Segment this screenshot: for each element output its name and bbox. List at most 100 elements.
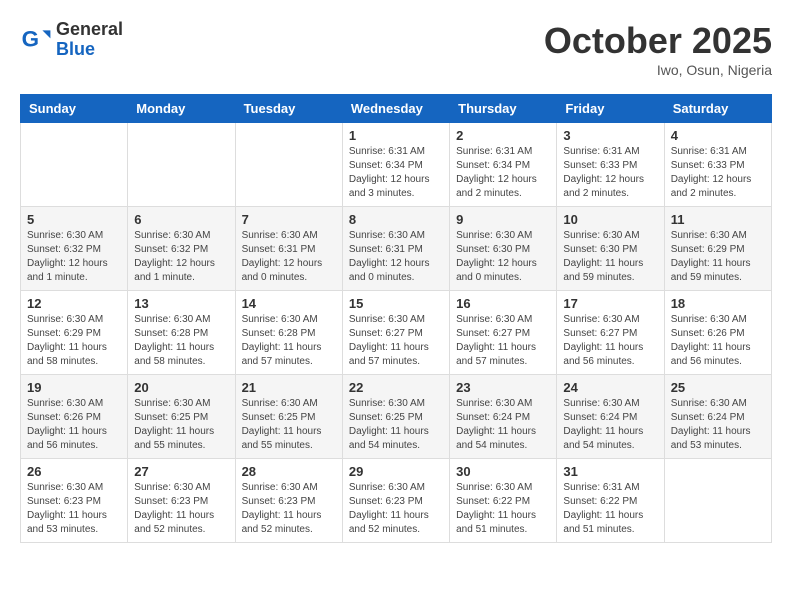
calendar-day-cell: 28Sunrise: 6:30 AM Sunset: 6:23 PM Dayli… bbox=[235, 459, 342, 543]
day-number: 17 bbox=[563, 296, 657, 311]
day-number: 14 bbox=[242, 296, 336, 311]
calendar-day-cell: 12Sunrise: 6:30 AM Sunset: 6:29 PM Dayli… bbox=[21, 291, 128, 375]
day-info: Sunrise: 6:31 AM Sunset: 6:33 PM Dayligh… bbox=[563, 145, 657, 201]
day-number: 2 bbox=[456, 128, 550, 143]
calendar-col-header: Monday bbox=[128, 95, 235, 123]
calendar-day-cell: 9 Sunrise: 6:30 AM Sunset: 6:30 PM Daylig… bbox=[450, 207, 557, 291]
day-info: Sunrise: 6:30 AM Sunset: 6:30 PM Dayligh… bbox=[563, 229, 657, 285]
day-number: 11 bbox=[671, 212, 765, 227]
calendar-col-header: Tuesday bbox=[235, 95, 342, 123]
calendar-day-cell: 25 Sunrise: 6:30 AM Sunset: 6:24 PM Dayli… bbox=[664, 375, 771, 459]
calendar-week-row: 12Sunrise: 6:30 AM Sunset: 6:29 PM Dayli… bbox=[21, 291, 772, 375]
calendar-day-cell bbox=[235, 123, 342, 207]
calendar-day-cell: 26Sunrise: 6:30 AM Sunset: 6:23 PM Dayli… bbox=[21, 459, 128, 543]
day-info: Sunrise: 6:30 AM Sunset: 6:24 PM Dayligh… bbox=[671, 397, 765, 453]
calendar-day-cell: 5 Sunrise: 6:30 AM Sunset: 6:32 PM Daylig… bbox=[21, 207, 128, 291]
day-number: 25 bbox=[671, 380, 765, 395]
calendar-day-cell: 14 Sunrise: 6:30 AM Sunset: 6:28 PM Dayli… bbox=[235, 291, 342, 375]
day-info: Sunrise: 6:31 AM Sunset: 6:33 PM Dayligh… bbox=[671, 145, 765, 201]
day-number: 20 bbox=[134, 380, 228, 395]
calendar-day-cell: 29 Sunrise: 6:30 AM Sunset: 6:23 PM Dayli… bbox=[342, 459, 449, 543]
day-number: 19 bbox=[27, 380, 121, 395]
calendar-day-cell: 15 Sunrise: 6:30 AM Sunset: 6:27 PM Dayli… bbox=[342, 291, 449, 375]
day-info: Sunrise: 6:30 AM Sunset: 6:31 PM Dayligh… bbox=[349, 229, 443, 285]
calendar-day-cell: 3 Sunrise: 6:31 AM Sunset: 6:33 PM Daylig… bbox=[557, 123, 664, 207]
day-number: 9 bbox=[456, 212, 550, 227]
day-number: 16 bbox=[456, 296, 550, 311]
calendar-week-row: 1 Sunrise: 6:31 AM Sunset: 6:34 PM Daylig… bbox=[21, 123, 772, 207]
day-number: 3 bbox=[563, 128, 657, 143]
day-info: Sunrise: 6:30 AM Sunset: 6:26 PM Dayligh… bbox=[671, 313, 765, 369]
day-info: Sunrise: 6:30 AM Sunset: 6:24 PM Dayligh… bbox=[563, 397, 657, 453]
calendar-day-cell bbox=[128, 123, 235, 207]
calendar-day-cell: 11 Sunrise: 6:30 AM Sunset: 6:29 PM Dayli… bbox=[664, 207, 771, 291]
calendar-day-cell: 2 Sunrise: 6:31 AM Sunset: 6:34 PM Daylig… bbox=[450, 123, 557, 207]
calendar-day-cell: 31 Sunrise: 6:31 AM Sunset: 6:22 PM Dayli… bbox=[557, 459, 664, 543]
title-block: October 2025 Iwo, Osun, Nigeria bbox=[544, 20, 772, 78]
calendar-header-row: SundayMondayTuesdayWednesdayThursdayFrid… bbox=[21, 95, 772, 123]
day-number: 4 bbox=[671, 128, 765, 143]
day-info: Sunrise: 6:30 AM Sunset: 6:32 PM Dayligh… bbox=[134, 229, 228, 285]
calendar-col-header: Friday bbox=[557, 95, 664, 123]
calendar-day-cell: 27Sunrise: 6:30 AM Sunset: 6:23 PM Dayli… bbox=[128, 459, 235, 543]
day-info: Sunrise: 6:30 AM Sunset: 6:23 PM Dayligh… bbox=[349, 481, 443, 537]
page-header: G General Blue October 2025 Iwo, Osun, N… bbox=[20, 20, 772, 78]
calendar-week-row: 19 Sunrise: 6:30 AM Sunset: 6:26 PM Dayli… bbox=[21, 375, 772, 459]
day-info: Sunrise: 6:30 AM Sunset: 6:30 PM Dayligh… bbox=[456, 229, 550, 285]
calendar-day-cell bbox=[664, 459, 771, 543]
day-info: Sunrise: 6:30 AM Sunset: 6:29 PM Dayligh… bbox=[27, 313, 121, 369]
day-number: 27 bbox=[134, 464, 228, 479]
day-info: Sunrise: 6:30 AM Sunset: 6:28 PM Dayligh… bbox=[134, 313, 228, 369]
day-number: 30 bbox=[456, 464, 550, 479]
day-info: Sunrise: 6:30 AM Sunset: 6:32 PM Dayligh… bbox=[27, 229, 121, 285]
day-number: 26 bbox=[27, 464, 121, 479]
day-info: Sunrise: 6:30 AM Sunset: 6:27 PM Dayligh… bbox=[349, 313, 443, 369]
calendar-col-header: Wednesday bbox=[342, 95, 449, 123]
calendar-day-cell: 6Sunrise: 6:30 AM Sunset: 6:32 PM Daylig… bbox=[128, 207, 235, 291]
calendar-day-cell: 18 Sunrise: 6:30 AM Sunset: 6:26 PM Dayli… bbox=[664, 291, 771, 375]
calendar-day-cell: 30Sunrise: 6:30 AM Sunset: 6:22 PM Dayli… bbox=[450, 459, 557, 543]
day-info: Sunrise: 6:31 AM Sunset: 6:34 PM Dayligh… bbox=[456, 145, 550, 201]
calendar-day-cell: 1 Sunrise: 6:31 AM Sunset: 6:34 PM Daylig… bbox=[342, 123, 449, 207]
day-number: 21 bbox=[242, 380, 336, 395]
day-info: Sunrise: 6:30 AM Sunset: 6:27 PM Dayligh… bbox=[456, 313, 550, 369]
day-info: Sunrise: 6:30 AM Sunset: 6:26 PM Dayligh… bbox=[27, 397, 121, 453]
logo-text: General Blue bbox=[56, 20, 123, 60]
calendar-day-cell: 13 Sunrise: 6:30 AM Sunset: 6:28 PM Dayli… bbox=[128, 291, 235, 375]
calendar-day-cell: 7 Sunrise: 6:30 AM Sunset: 6:31 PM Daylig… bbox=[235, 207, 342, 291]
day-info: Sunrise: 6:30 AM Sunset: 6:28 PM Dayligh… bbox=[242, 313, 336, 369]
location: Iwo, Osun, Nigeria bbox=[544, 62, 772, 78]
calendar-day-cell: 21Sunrise: 6:30 AM Sunset: 6:25 PM Dayli… bbox=[235, 375, 342, 459]
calendar-day-cell bbox=[21, 123, 128, 207]
day-number: 10 bbox=[563, 212, 657, 227]
day-number: 5 bbox=[27, 212, 121, 227]
day-number: 31 bbox=[563, 464, 657, 479]
calendar-day-cell: 23Sunrise: 6:30 AM Sunset: 6:24 PM Dayli… bbox=[450, 375, 557, 459]
calendar-day-cell: 24Sunrise: 6:30 AM Sunset: 6:24 PM Dayli… bbox=[557, 375, 664, 459]
day-info: Sunrise: 6:30 AM Sunset: 6:25 PM Dayligh… bbox=[349, 397, 443, 453]
day-info: Sunrise: 6:30 AM Sunset: 6:29 PM Dayligh… bbox=[671, 229, 765, 285]
calendar-day-cell: 10 Sunrise: 6:30 AM Sunset: 6:30 PM Dayli… bbox=[557, 207, 664, 291]
calendar-day-cell: 17 Sunrise: 6:30 AM Sunset: 6:27 PM Dayli… bbox=[557, 291, 664, 375]
calendar-day-cell: 4 Sunrise: 6:31 AM Sunset: 6:33 PM Daylig… bbox=[664, 123, 771, 207]
calendar-day-cell: 16 Sunrise: 6:30 AM Sunset: 6:27 PM Dayli… bbox=[450, 291, 557, 375]
day-info: Sunrise: 6:31 AM Sunset: 6:22 PM Dayligh… bbox=[563, 481, 657, 537]
day-info: Sunrise: 6:31 AM Sunset: 6:34 PM Dayligh… bbox=[349, 145, 443, 201]
day-info: Sunrise: 6:30 AM Sunset: 6:31 PM Dayligh… bbox=[242, 229, 336, 285]
day-number: 7 bbox=[242, 212, 336, 227]
day-number: 15 bbox=[349, 296, 443, 311]
day-number: 13 bbox=[134, 296, 228, 311]
calendar-col-header: Thursday bbox=[450, 95, 557, 123]
day-info: Sunrise: 6:30 AM Sunset: 6:27 PM Dayligh… bbox=[563, 313, 657, 369]
day-info: Sunrise: 6:30 AM Sunset: 6:25 PM Dayligh… bbox=[134, 397, 228, 453]
calendar-week-row: 26 Sunrise: 6:30 AM Sunset: 6:23 PM Dayli… bbox=[21, 459, 772, 543]
day-number: 28 bbox=[242, 464, 336, 479]
day-number: 1 bbox=[349, 128, 443, 143]
day-number: 29 bbox=[349, 464, 443, 479]
day-number: 18 bbox=[671, 296, 765, 311]
month-title: October 2025 bbox=[544, 20, 772, 62]
calendar-col-header: Saturday bbox=[664, 95, 771, 123]
calendar-day-cell: 22Sunrise: 6:30 AM Sunset: 6:25 PM Dayli… bbox=[342, 375, 449, 459]
logo-general: General bbox=[56, 20, 123, 40]
day-number: 23 bbox=[456, 380, 550, 395]
